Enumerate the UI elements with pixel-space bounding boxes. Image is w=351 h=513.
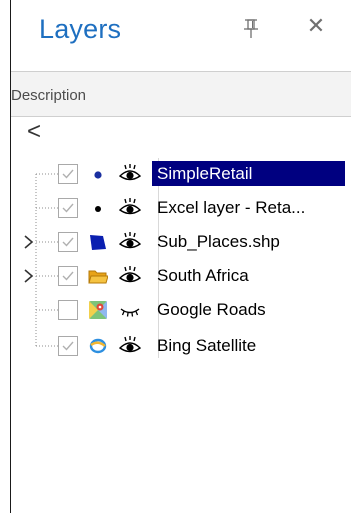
eye-closed-icon[interactable] bbox=[117, 299, 143, 319]
folder-icon bbox=[88, 266, 109, 286]
layer-row-bing-satellite[interactable]: Bing Satellite bbox=[11, 330, 351, 364]
layer-checkbox[interactable] bbox=[58, 336, 78, 356]
layer-label[interactable]: Bing Satellite bbox=[152, 333, 261, 358]
layer-label[interactable]: SimpleRetail bbox=[152, 161, 345, 186]
layer-label[interactable]: Excel layer - Reta... bbox=[152, 195, 310, 220]
chevron-right-icon[interactable] bbox=[23, 268, 35, 284]
google-maps-icon bbox=[88, 300, 108, 320]
layer-row-simpleretail[interactable]: SimpleRetail bbox=[11, 158, 351, 192]
pin-icon[interactable] bbox=[243, 18, 259, 40]
point-layer-icon bbox=[88, 164, 108, 184]
layer-label[interactable]: South Africa bbox=[152, 263, 254, 288]
layer-checkbox[interactable] bbox=[58, 300, 78, 320]
layer-row-google-roads[interactable]: Google Roads bbox=[11, 294, 351, 328]
layer-label[interactable]: Sub_Places.shp bbox=[152, 229, 285, 254]
eye-open-icon[interactable] bbox=[117, 265, 143, 285]
layer-checkbox[interactable] bbox=[58, 232, 78, 252]
bing-icon bbox=[88, 336, 108, 356]
chevron-right-icon[interactable] bbox=[23, 234, 35, 250]
close-icon[interactable]: ✕ bbox=[304, 13, 328, 39]
layer-checkbox[interactable] bbox=[58, 198, 78, 218]
layers-panel: Layers ✕ Description < SimpleRetail Exce… bbox=[11, 0, 351, 513]
eye-open-icon[interactable] bbox=[117, 231, 143, 251]
layer-row-south-africa[interactable]: South Africa bbox=[11, 260, 351, 294]
eye-open-icon[interactable] bbox=[117, 335, 143, 355]
eye-open-icon[interactable] bbox=[117, 197, 143, 217]
layer-label[interactable]: Google Roads bbox=[152, 297, 271, 322]
layer-row-sub-places[interactable]: Sub_Places.shp bbox=[11, 226, 351, 260]
eye-open-icon[interactable] bbox=[117, 163, 143, 183]
layer-checkbox[interactable] bbox=[58, 266, 78, 286]
layer-checkbox[interactable] bbox=[58, 164, 78, 184]
layer-row-excel-layer[interactable]: Excel layer - Reta... bbox=[11, 192, 351, 226]
polygon-layer-icon bbox=[88, 232, 108, 252]
point-layer-icon bbox=[88, 198, 108, 218]
